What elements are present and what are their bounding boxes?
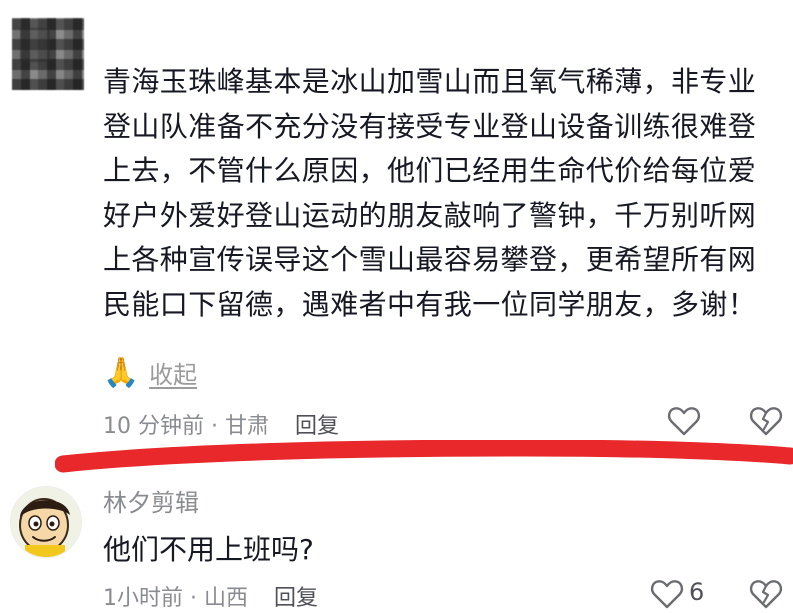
heart-outline-icon[interactable] bbox=[667, 405, 701, 437]
commenter-avatar[interactable] bbox=[12, 18, 84, 90]
reply-button-2[interactable]: 回复 bbox=[274, 586, 318, 611]
comment-time-location: 10 分钟前 · 甘肃 bbox=[103, 414, 269, 439]
reply-time-location: 1小时前 · 山西 bbox=[103, 586, 248, 611]
comment-line: 民能口下留德，遇难者中有我一位同学朋友，多谢！ bbox=[103, 287, 757, 321]
cartoon-face-icon bbox=[11, 487, 81, 557]
reply-text: 他们不用上班吗? bbox=[103, 533, 314, 566]
username[interactable]: 林夕剪辑 bbox=[103, 483, 199, 518]
broken-heart-icon[interactable] bbox=[749, 578, 783, 610]
comment-line: 青海玉珠峰基本是冰山加雪山而且氧气稀薄，非专业 bbox=[103, 65, 757, 98]
user-avatar[interactable] bbox=[10, 486, 82, 558]
reply-meta: 1小时前 · 山西 回复 bbox=[103, 580, 318, 612]
folded-hands-emoji-icon: 🙏 bbox=[103, 354, 140, 389]
collapse-link[interactable]: 收起 bbox=[149, 355, 197, 390]
comment-meta: 10 分钟前 · 甘肃 回复 bbox=[103, 408, 339, 440]
like-count: 6 bbox=[689, 578, 705, 606]
reply-button[interactable]: 回复 bbox=[295, 414, 339, 439]
comment-line: 上各种宣传误导这个雪山最容易攀登，更希望所有网 bbox=[103, 243, 757, 276]
heart-outline-icon[interactable] bbox=[650, 578, 684, 610]
broken-heart-icon[interactable] bbox=[749, 405, 783, 437]
red-highlight-stroke bbox=[55, 440, 793, 473]
collapse-row: 🙏 收起 bbox=[103, 352, 197, 392]
comment-line: 好户外爱好登山运动的朋友敲响了警钟，千万别听网 bbox=[103, 198, 757, 232]
comment-line: 上去，不管什么原因，他们已经用生命代价给每位爱 bbox=[103, 154, 757, 187]
comment-text: 青海玉珠峰基本是冰山加雪山而且氧气稀薄，非专业 登山队准备不充分没有接受专业登山… bbox=[103, 60, 783, 327]
comment-line: 登山队准备不充分没有接受专业登山设备训练很难登 bbox=[103, 109, 757, 143]
